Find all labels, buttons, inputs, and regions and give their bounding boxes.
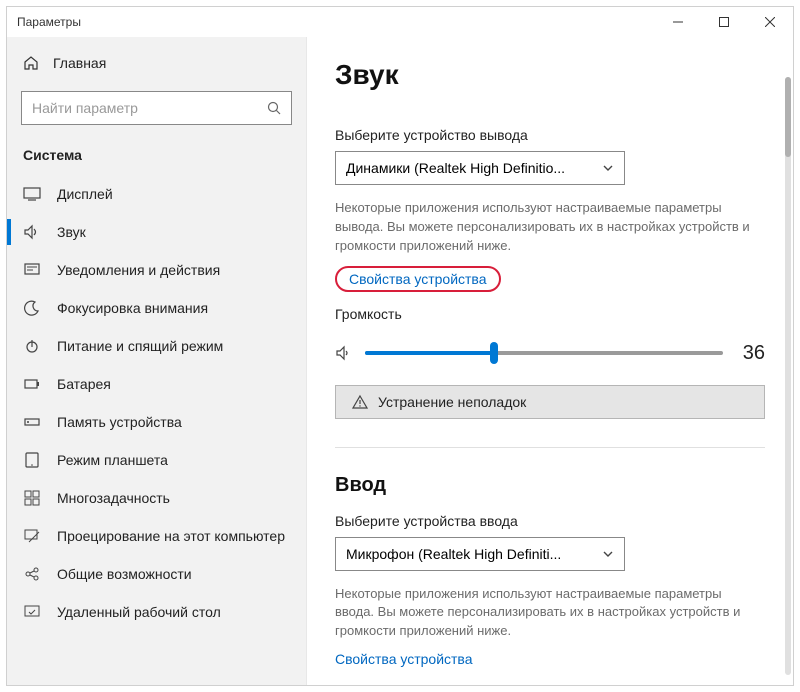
sidebar-item-tablet[interactable]: Режим планшета: [7, 441, 306, 479]
input-device-label: Выберите устройства ввода: [335, 513, 765, 529]
sidebar-item-power[interactable]: Питание и спящий режим: [7, 327, 306, 365]
input-properties-link[interactable]: Свойства устройства: [335, 651, 765, 667]
sidebar-item-shared[interactable]: Общие возможности: [7, 555, 306, 593]
settings-window: Параметры Главная Найти параметр Система…: [6, 6, 794, 686]
titlebar: Параметры: [7, 7, 793, 37]
troubleshoot-label: Устранение неполадок: [378, 394, 526, 410]
tablet-icon: [23, 451, 41, 469]
volume-value: 36: [735, 342, 765, 365]
sidebar-item-label: Общие возможности: [57, 566, 192, 582]
home-label: Главная: [53, 55, 106, 71]
output-desc: Некоторые приложения используют настраив…: [335, 199, 755, 256]
shared-icon: [23, 565, 41, 583]
close-button[interactable]: [747, 7, 793, 37]
slider-track[interactable]: [365, 351, 723, 355]
input-heading: Ввод: [335, 474, 765, 497]
sound-icon: [23, 223, 41, 241]
multitask-icon: [23, 489, 41, 507]
sidebar-item-notifications[interactable]: Уведомления и действия: [7, 251, 306, 289]
nav-list: Дисплей Звук Уведомления и действия Фоку…: [7, 175, 306, 631]
slider-thumb[interactable]: [490, 342, 498, 364]
section-title: Система: [7, 143, 306, 175]
sidebar-item-sound[interactable]: Звук: [7, 213, 306, 251]
sidebar-item-label: Питание и спящий режим: [57, 338, 223, 354]
sidebar-item-battery[interactable]: Батарея: [7, 365, 306, 403]
output-device-selected: Динамики (Realtek High Definitio...: [346, 160, 565, 176]
search-placeholder: Найти параметр: [32, 100, 138, 116]
home-link[interactable]: Главная: [7, 47, 306, 79]
battery-icon: [23, 375, 41, 393]
sidebar-item-project[interactable]: Проецирование на этот компьютер: [7, 517, 306, 555]
scrollbar[interactable]: [785, 77, 791, 675]
sidebar-item-label: Звук: [57, 224, 86, 240]
sidebar-item-storage[interactable]: Память устройства: [7, 403, 306, 441]
remote-icon: [23, 603, 41, 621]
input-device-select[interactable]: Микрофон (Realtek High Definiti...: [335, 537, 625, 571]
content-pane: Звук Выберите устройство вывода Динамики…: [307, 37, 793, 685]
sidebar-item-label: Фокусировка внимания: [57, 300, 208, 316]
sidebar-item-focus[interactable]: Фокусировка внимания: [7, 289, 306, 327]
sidebar-item-label: Многозадачность: [57, 490, 170, 506]
window-title: Параметры: [17, 15, 81, 29]
sidebar-item-label: Дисплей: [57, 186, 113, 202]
sidebar-item-label: Память устройства: [57, 414, 182, 430]
sidebar-item-label: Проецирование на этот компьютер: [57, 528, 285, 544]
slider-fill: [365, 351, 494, 355]
display-icon: [23, 185, 41, 203]
home-icon: [23, 55, 39, 71]
sidebar-item-multitask[interactable]: Многозадачность: [7, 479, 306, 517]
sidebar-item-label: Удаленный рабочий стол: [57, 604, 221, 620]
search-input[interactable]: Найти параметр: [21, 91, 292, 125]
output-device-select[interactable]: Динамики (Realtek High Definitio...: [335, 151, 625, 185]
volume-label: Громкость: [335, 306, 765, 322]
output-properties-link[interactable]: Свойства устройства: [335, 266, 501, 292]
sidebar-item-label: Режим планшета: [57, 452, 168, 468]
search-icon: [267, 101, 281, 115]
sidebar: Главная Найти параметр Система Дисплей З…: [7, 37, 307, 685]
troubleshoot-button[interactable]: Устранение неполадок: [335, 385, 765, 419]
input-desc: Некоторые приложения используют настраив…: [335, 585, 755, 642]
window-controls: [655, 7, 793, 37]
input-device-selected: Микрофон (Realtek High Definiti...: [346, 546, 561, 562]
minimize-button[interactable]: [655, 7, 701, 37]
sidebar-item-remote[interactable]: Удаленный рабочий стол: [7, 593, 306, 631]
volume-slider[interactable]: 36: [335, 342, 765, 365]
page-title: Звук: [335, 59, 765, 91]
scrollbar-thumb[interactable]: [785, 77, 791, 157]
project-icon: [23, 527, 41, 545]
maximize-button[interactable]: [701, 7, 747, 37]
separator: [335, 447, 765, 448]
output-device-label: Выберите устройство вывода: [335, 127, 765, 143]
moon-icon: [23, 299, 41, 317]
sidebar-item-label: Уведомления и действия: [57, 262, 220, 278]
sidebar-item-label: Батарея: [57, 376, 111, 392]
chevron-down-icon: [602, 548, 614, 560]
storage-icon: [23, 413, 41, 431]
power-icon: [23, 337, 41, 355]
speaker-icon: [335, 344, 353, 362]
chevron-down-icon: [602, 162, 614, 174]
warning-icon: [352, 394, 368, 410]
notifications-icon: [23, 261, 41, 279]
sidebar-item-display[interactable]: Дисплей: [7, 175, 306, 213]
